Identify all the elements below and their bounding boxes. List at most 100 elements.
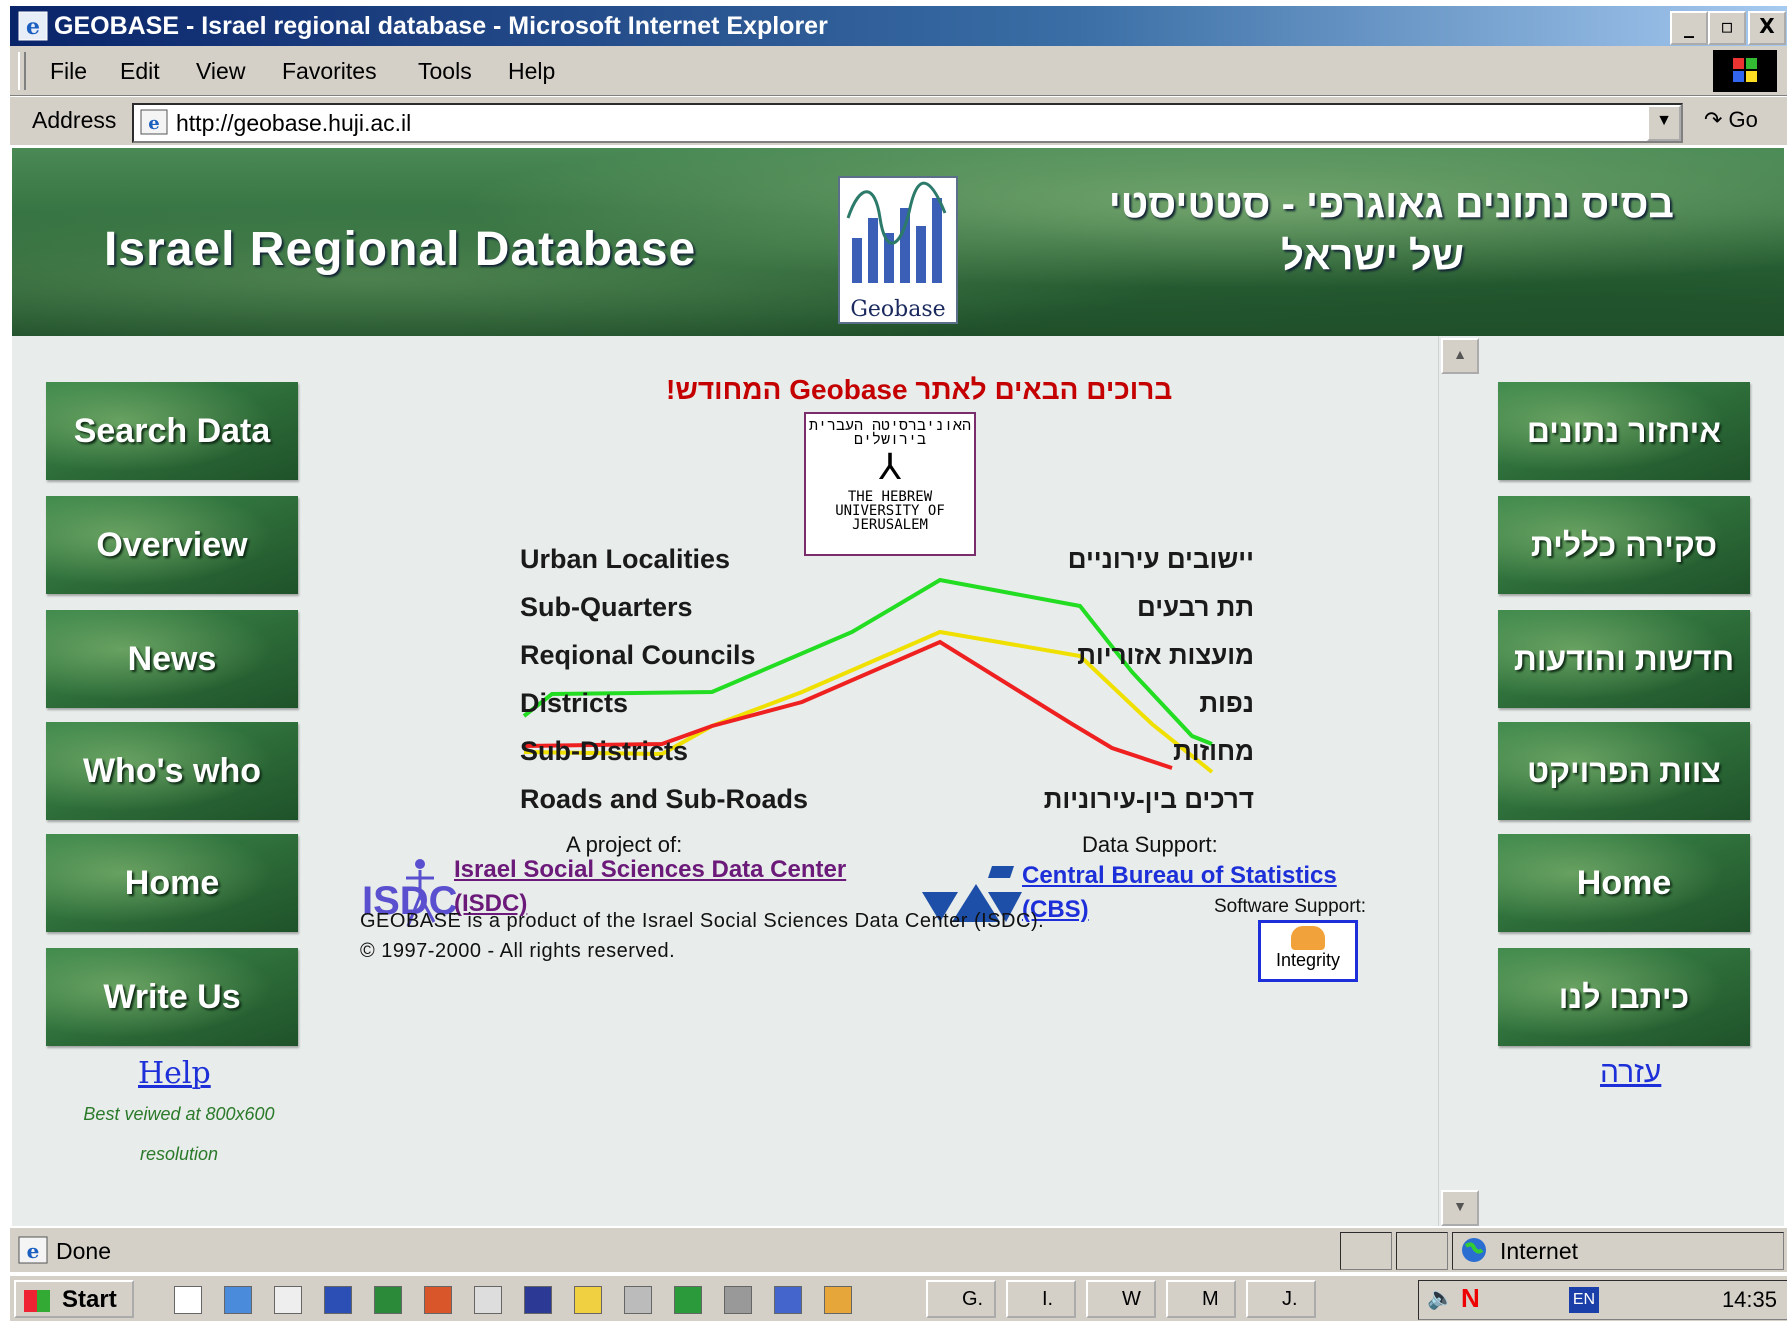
norton-icon[interactable]: N	[1461, 1283, 1480, 1314]
integrity-mark-icon	[1291, 926, 1325, 950]
address-input[interactable]: e http://geobase.huji.ac.il ▼	[132, 103, 1683, 143]
taskbar-button-i[interactable]: I.	[1006, 1280, 1076, 1318]
minimize-button[interactable]: _	[1670, 11, 1708, 45]
site-title-he: בסיס נתונים גאוגרפי - סטטיסטי של ישראל	[974, 178, 1674, 282]
window-title: GEOBASE - Israel regional database - Mic…	[54, 12, 828, 40]
quicklaunch-explorer-icon[interactable]	[274, 1286, 302, 1314]
address-dropdown-icon[interactable]: ▼	[1647, 105, 1681, 141]
quicklaunch-misc-icon[interactable]	[724, 1286, 752, 1314]
quicklaunch-doc-icon[interactable]	[774, 1286, 802, 1314]
help-link[interactable]: Help	[138, 1056, 211, 1091]
unit-en-sub-districts[interactable]: Sub-Districts	[520, 736, 688, 767]
menu-view[interactable]: View	[196, 58, 245, 85]
go-label: Go	[1728, 107, 1758, 132]
quicklaunch-save-icon[interactable]	[524, 1286, 552, 1314]
taskbar-button-w[interactable]: W	[1086, 1280, 1156, 1318]
unit-he-sub-districts[interactable]: מחוזות	[1173, 736, 1254, 767]
quicklaunch-desktop-icon[interactable]	[174, 1286, 202, 1314]
project-label: A project of:	[566, 832, 683, 857]
site-title-he-line1: בסיס נתונים גאוגרפי - סטטיסטי	[1108, 182, 1674, 226]
close-button[interactable]: X	[1748, 11, 1786, 45]
unit-en-urban-localities[interactable]: Urban Localities	[520, 544, 730, 575]
nav-home[interactable]: Home	[46, 834, 298, 932]
huji-line2: UNIVERSITY OF	[835, 503, 945, 519]
unit-en-districts[interactable]: Districts	[520, 688, 628, 719]
menu-favorites[interactable]: Favorites	[282, 58, 377, 85]
quicklaunch-excel-icon[interactable]	[374, 1286, 402, 1314]
svg-text:e: e	[148, 113, 159, 134]
help-link-he[interactable]: עזרה	[1600, 1056, 1661, 1090]
isdc-link[interactable]: Israel Social Sciences Data Center	[454, 856, 846, 884]
globe-icon	[1462, 1238, 1486, 1262]
quicklaunch-word-icon[interactable]	[324, 1286, 352, 1314]
huji-hebrew-name: האוניברסיטה העברית בירושלים	[808, 416, 972, 448]
integrity-logo-text: Integrity	[1275, 950, 1341, 970]
nav-team-he[interactable]: צוות הפרויקט	[1498, 722, 1750, 820]
system-tray: 🔈 N EN 14:35	[1418, 1280, 1787, 1320]
taskbar-button-g[interactable]: G.	[926, 1280, 996, 1318]
nav-search-data[interactable]: Search Data	[46, 382, 298, 480]
welcome-heading: ברוכים הבאים לאתר Geobase המחודש!	[666, 374, 1173, 405]
unit-he-roads[interactable]: דרכים בין-עירוניות	[1044, 784, 1254, 815]
unit-en-regional-councils[interactable]: Reqional Councils	[520, 640, 756, 671]
nav-home-he[interactable]: Home	[1498, 834, 1750, 932]
volume-icon[interactable]: 🔈	[1427, 1285, 1454, 1311]
unit-en-sub-quarters[interactable]: Sub-Quarters	[520, 592, 693, 623]
nav-news-he[interactable]: חדשות והודעות	[1498, 610, 1750, 708]
nav-overview[interactable]: Overview	[46, 496, 298, 594]
nav-write-us-he[interactable]: כיתבו לנו	[1498, 948, 1750, 1046]
nav-whos-who[interactable]: Who's who	[46, 722, 298, 820]
toolbar-grip[interactable]	[18, 52, 26, 90]
integrity-logo[interactable]: Integrity	[1258, 920, 1358, 982]
page-content: Search Data Overview News Who's who Home…	[12, 336, 1784, 1226]
nav-overview-he[interactable]: סקירה כללית	[1498, 496, 1750, 594]
quicklaunch-edit-icon[interactable]	[574, 1286, 602, 1314]
status-pane	[1396, 1232, 1448, 1270]
quicklaunch-app-icon[interactable]	[474, 1286, 502, 1314]
menu-bar: File Edit View Favorites Tools Help	[10, 46, 1787, 96]
unit-he-urban-localities[interactable]: יישובים עירוניים	[1068, 544, 1254, 575]
start-label: Start	[62, 1286, 117, 1313]
unit-he-regional-councils[interactable]: מועצות אזוריות	[1077, 640, 1254, 671]
taskbar-button-j[interactable]: J.	[1246, 1280, 1316, 1318]
security-zone: Internet	[1500, 1238, 1578, 1264]
hebrew-university-logo: האוניברסיטה העברית בירושלים ⅄ THE HEBREW…	[804, 412, 976, 556]
data-support-label: Data Support:	[1082, 832, 1218, 857]
quicklaunch-ie-icon[interactable]	[224, 1286, 252, 1314]
address-label: Address	[32, 107, 117, 133]
site-banner: Israel Regional Database Geobase בסיס נת…	[12, 148, 1784, 336]
menu-edit[interactable]: Edit	[120, 58, 160, 85]
start-button[interactable]: Start	[14, 1280, 134, 1318]
nav-news[interactable]: News	[46, 610, 298, 708]
scroll-down-icon[interactable]: ▼	[1441, 1190, 1479, 1226]
scroll-up-icon[interactable]: ▲	[1441, 338, 1479, 374]
frame-scrollbar[interactable]: ▲ ▼	[1438, 336, 1479, 1226]
maximize-button[interactable]: ▫	[1708, 11, 1746, 45]
site-title-en: Israel Regional Database	[104, 223, 697, 276]
clock: 14:35	[1721, 1287, 1777, 1312]
quicklaunch-network-icon[interactable]	[674, 1286, 702, 1314]
menu-file[interactable]: File	[50, 58, 87, 85]
menu-help[interactable]: Help	[508, 58, 555, 85]
geobase-logo[interactable]: Geobase	[838, 176, 958, 324]
menu-tools[interactable]: Tools	[418, 58, 472, 85]
best-viewed-resolution: resolution	[139, 1144, 219, 1164]
geobase-logo-caption: Geobase	[850, 297, 946, 322]
go-button[interactable]: ↷ Go	[1704, 107, 1758, 133]
language-indicator-icon[interactable]: EN	[1569, 1287, 1599, 1313]
cbs-link[interactable]: Central Bureau of Statistics	[1022, 862, 1337, 890]
nav-search-data-he[interactable]: איחזור נתונים	[1498, 382, 1750, 480]
site-title-he-line2: של ישראל	[1281, 234, 1464, 278]
unit-he-sub-quarters[interactable]: תת רבעים	[1137, 592, 1254, 623]
nav-write-us[interactable]: Write Us	[46, 948, 298, 1046]
internet-explorer-icon: e	[18, 11, 48, 41]
quicklaunch-folder-icon[interactable]	[824, 1286, 852, 1314]
unit-he-districts[interactable]: נפות	[1199, 688, 1254, 719]
quicklaunch-tool-icon[interactable]	[624, 1286, 652, 1314]
svg-text:e: e	[27, 1239, 40, 1263]
unit-en-roads[interactable]: Roads and Sub-Roads	[520, 784, 808, 815]
window-titlebar[interactable]: e GEOBASE - Israel regional database - M…	[10, 6, 1787, 46]
footer-copyright: © 1997-2000 - All rights reserved.	[360, 940, 676, 962]
taskbar-button-m[interactable]: M	[1166, 1280, 1236, 1318]
quicklaunch-powerpoint-icon[interactable]	[424, 1286, 452, 1314]
